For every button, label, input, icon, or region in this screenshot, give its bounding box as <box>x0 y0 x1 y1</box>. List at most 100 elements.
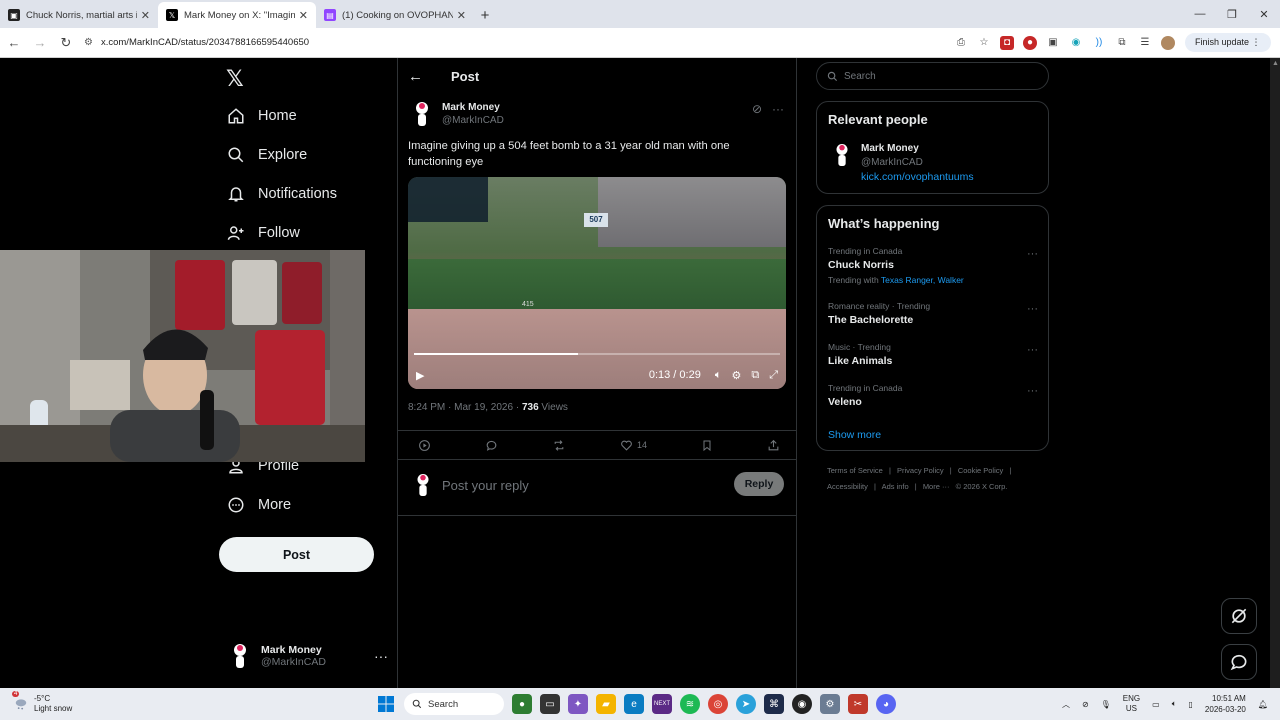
volume-icon[interactable]: 🔈︎ <box>715 369 722 382</box>
reload-icon[interactable]: ↻ <box>54 31 78 55</box>
network-off-icon[interactable]: ⊘ <box>1082 700 1089 709</box>
relevant-person-link[interactable]: kick.com/ovophantuums <box>861 171 974 183</box>
account-switcher[interactable]: Mark Money @MarkInCAD ··· <box>228 642 388 670</box>
restore-icon[interactable]: ❐ <box>1216 0 1248 28</box>
new-tab-button[interactable]: + <box>474 2 496 28</box>
display-icon[interactable]: ▭ <box>1152 700 1160 709</box>
extension-red-icon[interactable]: ◘ <box>1000 35 1014 50</box>
scroll-up-icon[interactable]: ▲ <box>1272 60 1279 67</box>
settings-icon[interactable]: ⚙ <box>731 369 741 382</box>
obs-icon[interactable]: ◉ <box>792 694 812 714</box>
more-icon[interactable]: ··· <box>1027 344 1038 356</box>
chrome-icon[interactable]: ◎ <box>708 694 728 714</box>
trend-item[interactable]: Romance reality · Trending The Bachelore… <box>828 301 1038 326</box>
notifications-bell-icon[interactable]: 🔔︎ <box>1258 700 1268 709</box>
repost-button[interactable] <box>552 439 566 452</box>
windows-start-icon[interactable] <box>376 694 396 714</box>
url-field[interactable]: ⚙ x.com/MarkInCAD/status/203478816659544… <box>84 32 944 54</box>
messages-button[interactable] <box>1221 644 1257 680</box>
trend-item[interactable]: Trending in Canada Veleno ··· <box>828 383 1038 408</box>
discord-icon[interactable]: ◕ <box>876 694 896 714</box>
grok-icon[interactable]: ⊘ <box>752 102 762 116</box>
post-button[interactable]: Post <box>219 537 374 572</box>
taskbar-search[interactable]: Search <box>404 693 504 715</box>
nav-item-notifications[interactable]: Notifications <box>226 184 337 204</box>
browser-tab-kick[interactable]: ▤ (1) Cooking on OVOPHANTUUM ✕ <box>316 2 474 28</box>
browser-tab-x-post[interactable]: 𝕏 Mark Money on X: "Imagine gi ✕ <box>158 2 316 28</box>
reply-submit-button[interactable]: Reply <box>734 472 784 496</box>
tray-chevron-icon[interactable]: ︿ <box>1062 699 1070 710</box>
post-author[interactable]: Mark Money @MarkInCAD <box>410 100 504 128</box>
footer-link-terms[interactable]: Terms of Service <box>827 466 883 475</box>
nav-item-home[interactable]: Home <box>226 106 297 126</box>
settings-icon[interactable]: ⚙ <box>820 694 840 714</box>
footer-link-privacy[interactable]: Privacy Policy <box>897 466 944 475</box>
close-window-icon[interactable]: ✕ <box>1248 0 1280 28</box>
battery-icon[interactable]: ▯ <box>1189 700 1193 709</box>
post-timestamp[interactable]: 8:24 PM · Mar 19, 2026 · <box>408 402 522 413</box>
file-explorer-icon[interactable]: ▰ <box>596 694 616 714</box>
minimize-icon[interactable]: — <box>1184 0 1216 28</box>
close-icon[interactable]: ✕ <box>299 9 308 22</box>
extension-teal-icon[interactable]: ◉ <box>1069 36 1083 50</box>
extension-wave-icon[interactable]: )) <box>1092 36 1106 50</box>
widgets-icon[interactable]: ● <box>512 694 532 714</box>
show-more-link[interactable]: Show more <box>828 429 881 441</box>
extensions-puzzle-icon[interactable]: ⧉ <box>1115 36 1129 50</box>
share-button[interactable] <box>767 439 780 452</box>
back-icon[interactable]: ← <box>2 31 26 55</box>
trend-item[interactable]: Trending in Canada Chuck Norris Trending… <box>828 246 1038 285</box>
more-icon[interactable]: ··· <box>1027 248 1038 260</box>
x-logo-icon[interactable]: 𝕏 <box>226 66 244 92</box>
footer-link-more[interactable]: More ··· <box>923 482 950 491</box>
weather-widget[interactable]: 4 -5°C Light snow <box>12 691 354 714</box>
like-button[interactable]: 14 <box>620 439 647 452</box>
browser-tab-chuck-norris[interactable]: ▣ Chuck Norris, martial arts icon a ✕ <box>0 2 158 28</box>
microphone-icon[interactable]: 🎙︎ <box>1101 700 1111 709</box>
relevant-person[interactable]: Mark Money @MarkInCAD kick.com/ovophantu… <box>831 142 974 185</box>
trend-item[interactable]: Music · Trending Like Animals ··· <box>828 342 1038 367</box>
install-app-icon[interactable]: ⎙ <box>954 36 968 50</box>
vscode-icon[interactable]: ⌘ <box>764 694 784 714</box>
extension-box-icon[interactable]: ▣ <box>1046 36 1060 50</box>
clock[interactable]: 10:51 AM 2026-03-20 <box>1205 693 1246 715</box>
reading-list-icon[interactable]: ☰ <box>1138 36 1152 50</box>
nav-item-explore[interactable]: Explore <box>226 145 307 165</box>
copilot-icon[interactable]: ✦ <box>568 694 588 714</box>
next-app-icon[interactable]: NEXT <box>652 694 672 714</box>
finish-update-button[interactable]: Finish update ⋮ <box>1185 33 1271 52</box>
site-settings-icon[interactable]: ⚙ <box>84 37 93 48</box>
trend-with-links[interactable]: Texas Ranger, Walker <box>881 275 964 285</box>
spotify-icon[interactable]: ≋ <box>680 694 700 714</box>
close-icon[interactable]: ✕ <box>457 9 466 22</box>
footer-link-ads[interactable]: Ads info <box>882 482 909 491</box>
bookmark-button[interactable] <box>701 439 713 452</box>
close-icon[interactable]: ✕ <box>141 9 150 22</box>
profile-avatar-icon[interactable] <box>1161 35 1175 50</box>
video-progress-bar[interactable] <box>414 353 780 355</box>
snipping-tool-icon[interactable]: ✂ <box>848 694 868 714</box>
nav-item-follow[interactable]: Follow <box>226 223 300 243</box>
play-icon[interactable]: ▶ <box>416 369 424 382</box>
forward-icon[interactable]: → <box>28 31 52 55</box>
view-analytics-button[interactable] <box>418 439 431 452</box>
edge-icon[interactable]: e <box>624 694 644 714</box>
reply-input[interactable]: Post your reply <box>442 478 529 493</box>
more-icon[interactable]: ··· <box>772 102 784 116</box>
extension-pinterest-icon[interactable]: ● <box>1023 35 1037 50</box>
fullscreen-icon[interactable]: ⤢ <box>769 369 778 382</box>
search-input[interactable]: Search <box>816 62 1049 90</box>
volume-icon[interactable]: 🔈︎ <box>1172 699 1177 709</box>
pip-icon[interactable]: ⧉ <box>751 369 759 382</box>
more-icon[interactable]: ··· <box>1027 385 1038 397</box>
video-player[interactable]: 507 415 ▶ 0:13 / 0:29 🔈︎ ⚙ ⧉ ⤢ <box>408 177 786 389</box>
grok-button[interactable] <box>1221 598 1257 634</box>
telegram-icon[interactable]: ➤ <box>736 694 756 714</box>
bookmark-star-icon[interactable]: ☆ <box>977 36 991 50</box>
page-scrollbar[interactable]: ▲ <box>1270 58 1280 688</box>
more-icon[interactable]: ··· <box>374 648 388 664</box>
language-indicator[interactable]: ENG US <box>1123 694 1140 714</box>
more-icon[interactable]: ··· <box>1027 303 1038 315</box>
reply-button[interactable] <box>485 439 498 452</box>
footer-link-cookie[interactable]: Cookie Policy <box>958 466 1003 475</box>
